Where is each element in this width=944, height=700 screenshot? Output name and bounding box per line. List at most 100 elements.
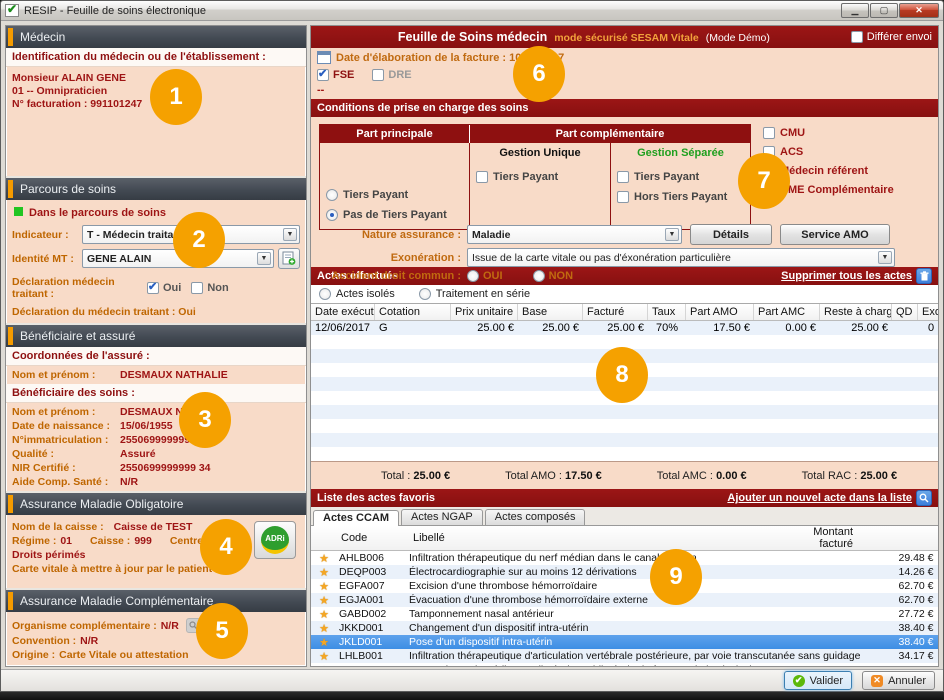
exoneration-select[interactable]: Issue de la carte vitale ou pas d'éxonér… [467, 248, 895, 267]
col-montant[interactable]: Montant facturé [795, 526, 857, 550]
acte-row[interactable]: 12/06/2017G25.00 €25.00 €25.00 €70%17.50… [311, 321, 938, 335]
favorite-star-icon[interactable]: ★ [311, 608, 337, 621]
windows-taskbar[interactable] [0, 692, 944, 700]
tab-actes-ngap[interactable]: Actes NGAP [401, 509, 483, 525]
gu-tiers-payant-row[interactable]: Tiers Payant [476, 171, 604, 183]
search-act-button[interactable] [916, 490, 932, 506]
insert-act-button[interactable] [934, 607, 939, 621]
actes-isoles-radio[interactable] [319, 288, 331, 300]
differer-envoi-control[interactable]: Différer envoi [851, 31, 932, 43]
adri-button[interactable]: ADRi [254, 521, 296, 559]
annotation-badge-6: 6 [513, 46, 565, 102]
actes-col-header[interactable]: Cotation [375, 304, 451, 320]
insert-act-button[interactable] [934, 579, 939, 593]
maximize-button[interactable]: ▢ [870, 3, 898, 18]
service-amo-button[interactable]: Service AMO [780, 224, 890, 245]
window-title: RESIP - Feuille de soins électronique [24, 5, 206, 17]
dre-checkbox[interactable] [372, 69, 384, 81]
close-button[interactable]: ✕ [899, 3, 939, 18]
insert-act-button[interactable] [934, 635, 939, 649]
calendar-icon[interactable] [317, 51, 331, 64]
chevron-down-icon[interactable]: ▼ [665, 228, 679, 241]
actes-col-header[interactable]: Facturé [583, 304, 648, 320]
chevron-down-icon[interactable]: ▼ [878, 251, 892, 264]
chevron-down-icon[interactable]: ▼ [257, 252, 271, 265]
flag-cmu[interactable]: CMU [763, 127, 894, 139]
accident-oui-label: OUI [483, 270, 503, 282]
actes-col-header[interactable]: Part AMC [754, 304, 820, 320]
tab-actes-ccam[interactable]: Actes CCAM [313, 510, 399, 526]
accident-oui-radio[interactable] [467, 270, 479, 282]
flag-checkbox[interactable] [763, 127, 775, 139]
favorite-star-icon[interactable]: ★ [311, 552, 337, 565]
favoris-row[interactable]: ★EGJA001Évacuation d'une thrombose hémor… [311, 593, 939, 607]
nature-assurance-select[interactable]: Maladie▼ [467, 225, 682, 244]
insert-act-button[interactable] [934, 621, 939, 635]
actes-col-header[interactable]: Date exécution [311, 304, 375, 320]
info-row: Qualité :Assuré [12, 448, 300, 460]
insert-act-button[interactable] [934, 649, 939, 663]
accident-non-radio[interactable] [533, 270, 545, 282]
insert-act-button[interactable] [934, 551, 939, 565]
col-code[interactable]: Code [337, 526, 409, 550]
gs-hors-tiers-payant-checkbox[interactable] [617, 191, 629, 203]
valider-button[interactable]: ✔Valider [784, 671, 852, 690]
traitement-serie-radio[interactable] [419, 288, 431, 300]
pas-tiers-payant-radio-row[interactable]: Pas de Tiers Payant [326, 209, 463, 221]
favorite-star-icon[interactable]: ★ [311, 650, 337, 663]
actes-col-header[interactable]: Base [518, 304, 583, 320]
gu-tiers-payant-checkbox[interactable] [476, 171, 488, 183]
details-button[interactable]: Détails [690, 224, 772, 245]
acte-cell: 17.50 € [686, 322, 754, 334]
favoris-row[interactable]: ★LHLB001Infiltration thérapeutique d'art… [311, 649, 939, 663]
favoris-row[interactable]: ★EGFA007Excision d'une thrombose hémorro… [311, 579, 939, 593]
add-medecin-traitant-button[interactable] [278, 248, 300, 269]
traitement-serie-radio-row[interactable]: Traitement en série [419, 288, 530, 300]
actes-isoles-radio-row[interactable]: Actes isolés [319, 288, 395, 300]
flag-acs[interactable]: ACS [763, 146, 894, 158]
declaration-non-checkbox[interactable] [191, 282, 203, 294]
tiers-payant-radio[interactable] [326, 189, 338, 201]
acte-cell: 12/06/2017 [311, 322, 375, 334]
annotation-badge-2: 2 [173, 212, 225, 268]
favoris-row[interactable]: ★AHLB006Infiltration thérapeutique du ne… [311, 551, 939, 565]
gs-tiers-payant-checkbox[interactable] [617, 171, 629, 183]
tiers-payant-radio-row[interactable]: Tiers Payant [326, 189, 463, 201]
insert-act-button[interactable] [934, 565, 939, 579]
gs-tiers-payant-row[interactable]: Tiers Payant [617, 171, 744, 183]
gs-hors-tiers-payant-row[interactable]: Hors Tiers Payant [617, 191, 744, 203]
favorite-star-icon[interactable]: ★ [311, 594, 337, 607]
total-amc-label: Total AMC : [657, 470, 713, 482]
pas-tiers-payant-radio[interactable] [326, 209, 338, 221]
favoris-row[interactable]: ★MADP001Contention orthopédique unilatér… [311, 663, 939, 667]
favorite-star-icon[interactable]: ★ [311, 636, 337, 649]
tab-actes-compos-s[interactable]: Actes composés [485, 509, 586, 525]
favoris-row[interactable]: ★GABD002Tamponnement nasal antérieur27.7… [311, 607, 939, 621]
actes-col-header[interactable]: Exo [918, 304, 939, 320]
fse-checkbox[interactable] [317, 69, 329, 81]
annuler-button[interactable]: ✕Annuler [862, 671, 935, 690]
minimize-button[interactable]: ▁ [841, 3, 869, 18]
favorite-star-icon[interactable]: ★ [311, 566, 337, 579]
title-bar[interactable]: RESIP - Feuille de soins électronique ▁ … [1, 1, 943, 21]
chevron-down-icon[interactable]: ▼ [283, 228, 297, 241]
favoris-row[interactable]: ★JKLD001Pose d'un dispositif intra-utéri… [311, 635, 939, 649]
favorite-star-icon[interactable]: ★ [311, 622, 337, 635]
actes-col-header[interactable]: Part AMO [686, 304, 754, 320]
favoris-row[interactable]: ★DEQP003Électrocardiographie sur au moin… [311, 565, 939, 579]
accident-label: Accident droit commun : [319, 270, 467, 282]
actes-col-header[interactable]: Taux [648, 304, 686, 320]
acte-cell: G [375, 322, 451, 334]
differer-envoi-checkbox[interactable] [851, 31, 863, 43]
ajouter-acte-link[interactable]: Ajouter un nouvel acte dans la liste [727, 492, 912, 504]
actes-col-header[interactable]: Prix unitaire [451, 304, 518, 320]
favorite-star-icon[interactable]: ★ [311, 580, 337, 593]
insert-act-button[interactable] [934, 593, 939, 607]
actes-col-header[interactable]: QD [892, 304, 918, 320]
insert-act-button[interactable] [934, 663, 939, 667]
favorite-star-icon[interactable]: ★ [311, 664, 337, 668]
favoris-row[interactable]: ★JKKD001Changement d'un dispositif intra… [311, 621, 939, 635]
col-libelle[interactable]: Libellé [409, 526, 795, 550]
declaration-oui-checkbox[interactable] [147, 282, 159, 294]
actes-col-header[interactable]: Reste à charge [820, 304, 892, 320]
